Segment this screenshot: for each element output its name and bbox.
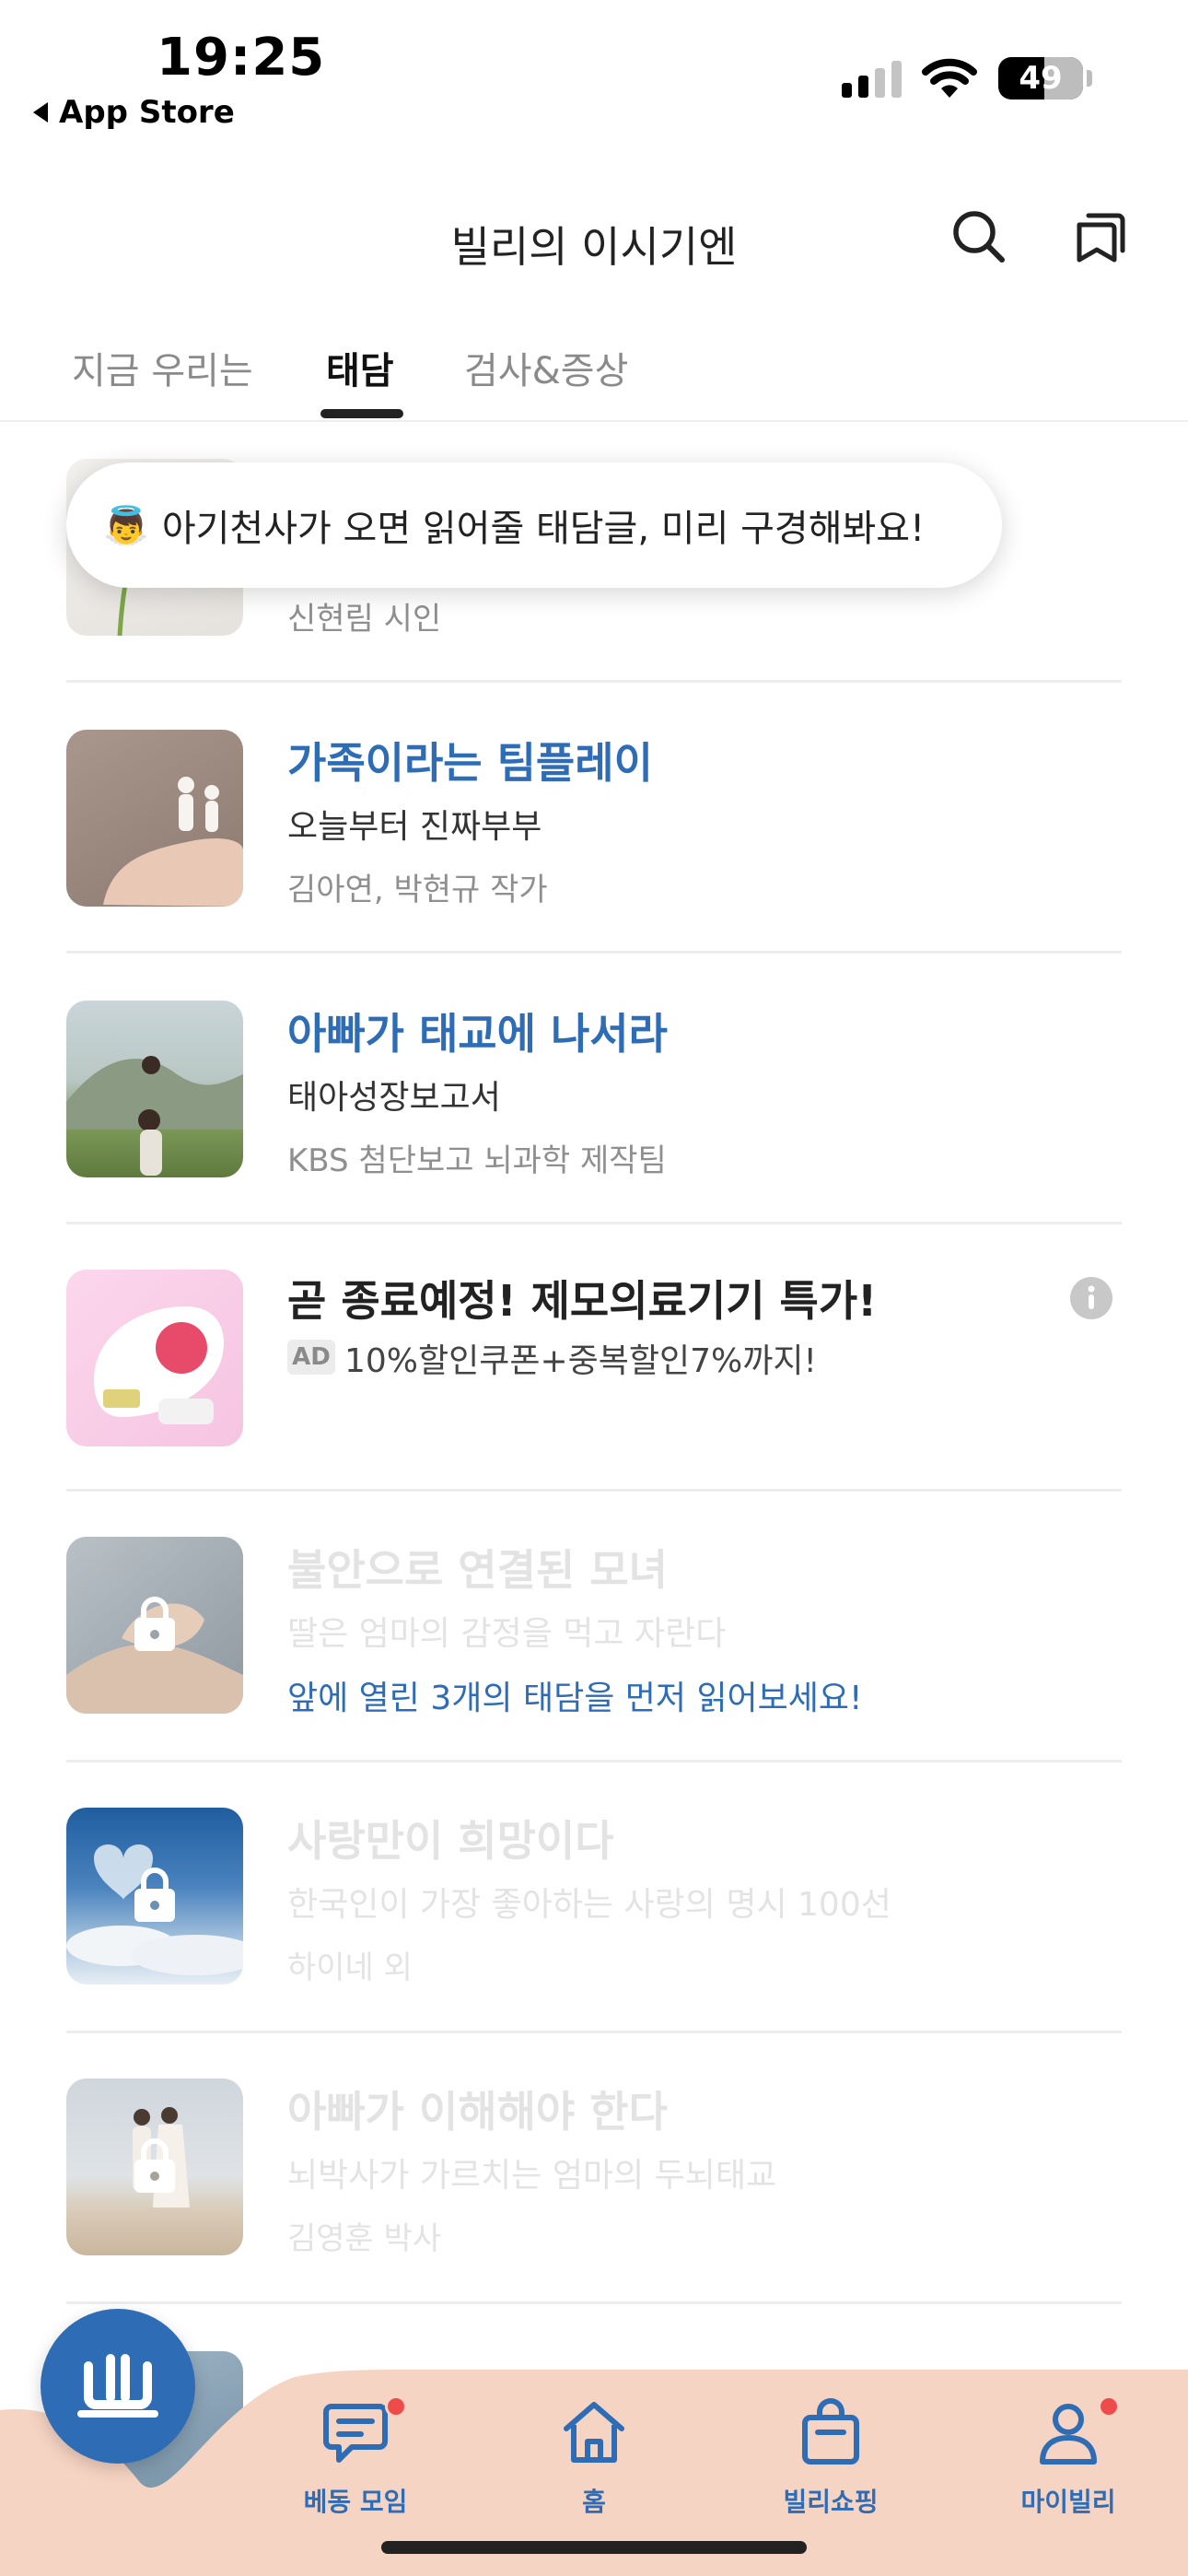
item-title[interactable]: 가족이라는 팀플레이 <box>287 730 653 790</box>
item-thumbnail[interactable] <box>66 2078 243 2255</box>
item-title[interactable]: 아빠가 이해해야 한다 <box>287 2078 668 2139</box>
tooltip-text: 아기천사가 오면 읽어줄 태담글, 미리 구경해봐요! <box>161 508 926 550</box>
tab-divider <box>0 420 1188 422</box>
home-icon <box>564 2402 624 2463</box>
list-divider <box>66 951 1122 954</box>
item-subtitle: 오늘부터 진짜부부 <box>287 808 542 846</box>
lock-icon <box>134 2138 175 2193</box>
tab-now-we-are[interactable]: 지금 우리는 <box>72 341 253 394</box>
list-divider <box>66 1489 1122 1492</box>
list-divider <box>66 2031 1122 2033</box>
item-author: 하이네 외 <box>287 1950 413 1986</box>
quick-menu-button[interactable] <box>41 2309 195 2464</box>
back-arrow-icon <box>33 102 48 123</box>
tab-tests-symptoms[interactable]: 검사&증상 <box>464 341 628 394</box>
notification-dot <box>1098 2395 1120 2418</box>
notification-dot <box>385 2395 407 2418</box>
nav-my-billy[interactable]: 마이빌리 <box>976 2395 1160 2519</box>
father-child-image <box>66 1056 243 1176</box>
nav-label: 홈 <box>582 2487 606 2517</box>
nav-shopping[interactable]: 빌리쇼핑 <box>739 2395 923 2519</box>
list-divider <box>66 1222 1122 1224</box>
item-author: 김아연, 박현규 작가 <box>287 872 548 908</box>
item-thumbnail[interactable] <box>66 1001 243 1177</box>
info-icon[interactable] <box>1070 1277 1112 1319</box>
unlock-hint: 앞에 열린 3개의 태담을 먼저 읽어보세요! <box>287 1680 863 1717</box>
item-title[interactable]: 아빠가 태교에 나서라 <box>287 1001 668 1061</box>
ad-title[interactable]: 곧 종료예정! 제모의료기기 특가! <box>287 1268 877 1329</box>
item-subtitle: 태아성장보고서 <box>287 1079 501 1117</box>
item-subtitle: 딸은 엄마의 감정을 먹고 자란다 <box>287 1615 727 1653</box>
page-title: 빌리의 이시기엔 <box>450 222 738 272</box>
item-title[interactable]: 불안으로 연결된 모녀 <box>287 1537 668 1598</box>
lock-icon <box>134 1597 175 1651</box>
item-title[interactable]: 사랑만이 희망이다 <box>287 1808 614 1868</box>
cellular-signal-icon <box>842 59 902 98</box>
bookmark-icon[interactable] <box>1070 206 1131 267</box>
battery-icon: 49 <box>998 57 1083 100</box>
lock-icon <box>134 1868 175 1922</box>
nav-home[interactable]: 홈 <box>502 2395 686 2519</box>
ad-thumbnail[interactable] <box>66 1270 243 1446</box>
item-author: 김영훈 박사 <box>287 2220 442 2257</box>
hands-family-image <box>103 777 243 907</box>
battery-level: 49 <box>1019 60 1063 97</box>
billy-logo-icon <box>77 2354 158 2418</box>
list-divider <box>66 680 1122 683</box>
list-divider <box>66 1760 1122 1762</box>
active-tab-indicator <box>320 409 403 418</box>
nav-label: 베동 모임 <box>303 2487 408 2517</box>
ad-text: 10%할인쿠폰+중복할인7%까지! <box>344 1342 817 1380</box>
wifi-icon <box>922 58 977 98</box>
chat-icon <box>323 2404 388 2463</box>
item-author: KBS 첨단보고 뇌과학 제작팀 <box>287 1142 667 1179</box>
tab-taedam[interactable]: 태담 <box>326 341 394 394</box>
status-time: 19:25 <box>157 28 326 88</box>
ad-badge: AD <box>287 1340 335 1375</box>
item-thumbnail[interactable] <box>66 730 243 907</box>
shopping-bag-icon <box>802 2398 859 2465</box>
nav-community[interactable]: 베동 모임 <box>263 2395 448 2519</box>
battery-tip <box>1087 70 1092 87</box>
back-label: App Store <box>59 94 235 131</box>
search-icon[interactable] <box>949 206 1009 267</box>
angel-emoji-icon: 👼 <box>103 504 149 547</box>
back-to-app-store[interactable]: App Store <box>33 94 235 131</box>
item-subtitle: 뇌박사가 가르치는 엄마의 두뇌태교 <box>287 2157 777 2195</box>
item-thumbnail[interactable] <box>66 1537 243 1714</box>
item-thumbnail[interactable] <box>66 1808 243 1985</box>
hair-removal-device-image <box>94 1306 224 1424</box>
home-indicator <box>381 2541 807 2554</box>
nav-label: 마이빌리 <box>1020 2487 1116 2517</box>
item-author: 신현림 시인 <box>287 601 442 638</box>
taedam-tooltip[interactable]: 👼 아기천사가 오면 읽어줄 태담글, 미리 구경해봐요! <box>66 463 1002 588</box>
nav-label: 빌리쇼핑 <box>783 2487 879 2517</box>
person-icon <box>1040 2404 1097 2465</box>
item-subtitle: 한국인이 가장 좋아하는 사랑의 명시 100선 <box>287 1886 891 1924</box>
list-divider <box>66 2301 1122 2304</box>
